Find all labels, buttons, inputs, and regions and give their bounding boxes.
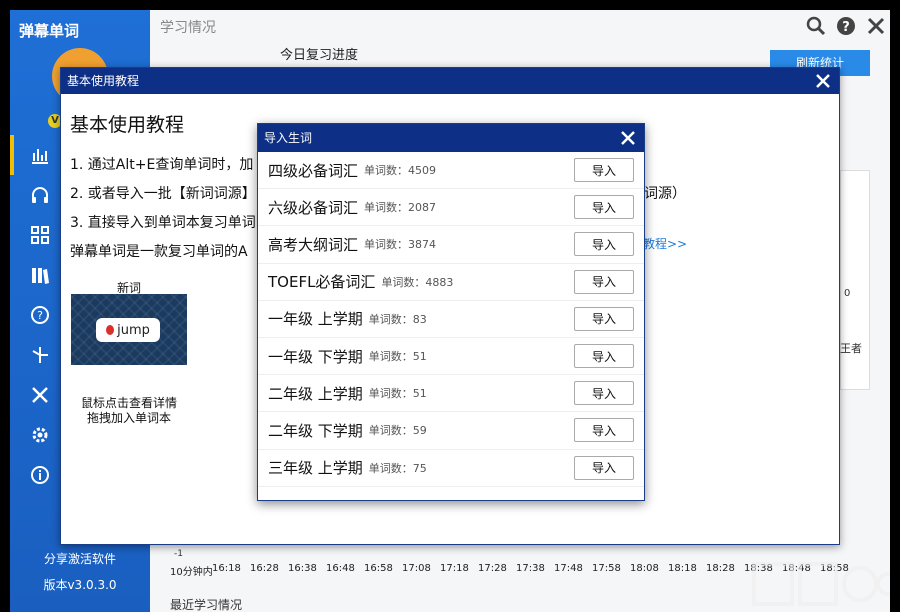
import-button[interactable]: 导入	[574, 307, 634, 331]
headphones-icon	[30, 185, 50, 205]
tutorial-link[interactable]: 教程>>	[643, 235, 687, 252]
close-icon[interactable]	[815, 73, 831, 89]
import-vocab-dialog: 导入生词 四级必备词汇单词数：4509导入六级必备词汇单词数：2087导入高考大…	[257, 123, 645, 501]
watermark-logo	[750, 560, 890, 612]
x-tick-label: 10分钟内	[170, 563, 213, 578]
vocab-name: 四级必备词汇	[268, 160, 358, 181]
x-tick-label: 16:48	[326, 563, 355, 574]
bar-chart-icon	[30, 145, 50, 165]
page-title: 学习情况	[160, 17, 216, 37]
x-tick-label: 18:18	[668, 563, 697, 574]
svg-text:?: ?	[842, 20, 850, 35]
info-icon	[30, 465, 50, 485]
vocab-row: 一年级 上学期单词数：83 导入	[258, 301, 644, 338]
vocab-count: 单词数：4883	[381, 274, 453, 290]
help-icon[interactable]: ?	[836, 16, 856, 36]
vocab-row: 三年级 上学期单词数：75 导入	[258, 450, 644, 487]
import-button[interactable]: 导入	[574, 195, 634, 219]
x-tick-label: 16:28	[250, 563, 279, 574]
pinwheel-icon	[30, 345, 50, 365]
word-card[interactable]: jump	[71, 294, 187, 365]
word-text: jump	[117, 323, 150, 338]
import-button[interactable]: 导入	[574, 344, 634, 368]
vocab-row: 二年级 上学期单词数：51 导入	[258, 375, 644, 412]
vocab-row: 高考大纲词汇单词数：3874 导入	[258, 226, 644, 263]
vocab-count: 单词数：75	[369, 460, 427, 476]
x-tick-label: 18:28	[706, 563, 735, 574]
gear-icon	[30, 425, 50, 445]
tools-icon	[30, 385, 50, 405]
import-button[interactable]: 导入	[574, 158, 634, 182]
version-label: 版本v3.0.3.0	[10, 576, 150, 593]
vocab-count: 单词数：2087	[364, 199, 436, 215]
x-tick-label: 16:58	[364, 563, 393, 574]
y-axis-min-label: -1	[174, 549, 183, 559]
import-button[interactable]: 导入	[574, 418, 634, 442]
svg-text:?: ?	[37, 309, 43, 322]
vocab-count: 单词数：83	[369, 311, 427, 327]
tutorial-step-3: 3. 直接导入到单词本复习单词	[70, 212, 256, 232]
share-activate-link[interactable]: 分享激活软件	[10, 550, 150, 567]
top-bar: 学习情况 ?	[150, 10, 890, 44]
x-tick-label: 17:38	[516, 563, 545, 574]
books-icon	[30, 265, 50, 285]
vocab-list: 四级必备词汇单词数：4509导入六级必备词汇单词数：2087导入高考大纲词汇单词…	[258, 152, 644, 500]
x-tick-label: 17:28	[478, 563, 507, 574]
grid-icon	[30, 225, 50, 245]
tutorial-heading: 基本使用教程	[70, 110, 184, 137]
rank-label: 王者	[840, 340, 862, 356]
recent-study-title: 最近学习情况	[170, 596, 242, 612]
x-tick-label: 16:18	[212, 563, 241, 574]
stats-panel	[840, 170, 870, 390]
vocab-count: 单词数：4509	[364, 162, 436, 178]
x-tick-label: 17:18	[440, 563, 469, 574]
vocab-count: 单词数：3874	[364, 236, 436, 252]
import-button[interactable]: 导入	[574, 232, 634, 256]
close-icon[interactable]	[866, 16, 886, 36]
vocab-name: TOEFL必备词汇	[268, 271, 375, 292]
vocab-name: 一年级 上学期	[268, 308, 363, 329]
x-tick-label: 18:08	[630, 563, 659, 574]
vocab-name: 高考大纲词汇	[268, 234, 358, 255]
app-name: 弹幕单词	[19, 20, 79, 41]
vocab-count: 单词数：51	[369, 385, 427, 401]
import-button[interactable]: 导入	[574, 456, 634, 480]
vocab-name: 一年级 下学期	[268, 346, 363, 367]
card-hint-drag: 拖拽加入单词本	[71, 409, 187, 426]
import-dialog-header: 导入生词	[258, 124, 644, 152]
close-icon[interactable]	[620, 130, 636, 146]
vocab-row: 一年级 下学期单词数：51 导入	[258, 338, 644, 375]
help-circle-icon: ?	[30, 305, 50, 325]
import-dialog-title: 导入生词	[264, 131, 312, 145]
vocab-name: 六级必备词汇	[268, 197, 358, 218]
rank-zero-label: 0	[844, 288, 850, 299]
vocab-row: 二年级 下学期单词数：59 导入	[258, 412, 644, 449]
vocab-row: TOEFL必备词汇单词数：4883 导入	[258, 264, 644, 301]
vocab-count: 单词数：51	[369, 348, 427, 364]
vocab-name: 二年级 下学期	[268, 420, 363, 441]
tutorial-step-1: 1. 通过Alt+E查询单词时，加	[70, 154, 253, 174]
x-tick-label: 17:08	[402, 563, 431, 574]
import-button[interactable]: 导入	[574, 270, 634, 294]
tutorial-dialog-title: 基本使用教程	[67, 74, 139, 88]
tutorial-step-2-tail: 词源）	[644, 183, 686, 203]
app-window: 弹幕单词 V 学 听 扩 单 ? 新 设 自	[10, 10, 890, 612]
vocab-row: 四级必备词汇单词数：4509 导入	[258, 152, 644, 189]
import-button[interactable]: 导入	[574, 381, 634, 405]
vocab-count: 单词数：59	[369, 422, 427, 438]
x-tick-label: 17:58	[592, 563, 621, 574]
search-icon[interactable]	[806, 16, 826, 36]
x-tick-label: 17:48	[554, 563, 583, 574]
tutorial-step-2: 2. 或者导入一批【新词词源】	[70, 183, 256, 203]
x-tick-label: 16:38	[288, 563, 317, 574]
vocab-name: 三年级 上学期	[268, 457, 363, 478]
pin-icon	[106, 325, 114, 335]
today-review-progress-title: 今日复习进度	[280, 44, 358, 63]
word-pill: jump	[96, 318, 160, 342]
tutorial-intro: 弹幕单词是一款复习单词的A	[70, 241, 248, 261]
tutorial-dialog-header: 基本使用教程	[61, 68, 839, 94]
vocab-name: 二年级 上学期	[268, 383, 363, 404]
vocab-row: 六级必备词汇单词数：2087 导入	[258, 189, 644, 226]
